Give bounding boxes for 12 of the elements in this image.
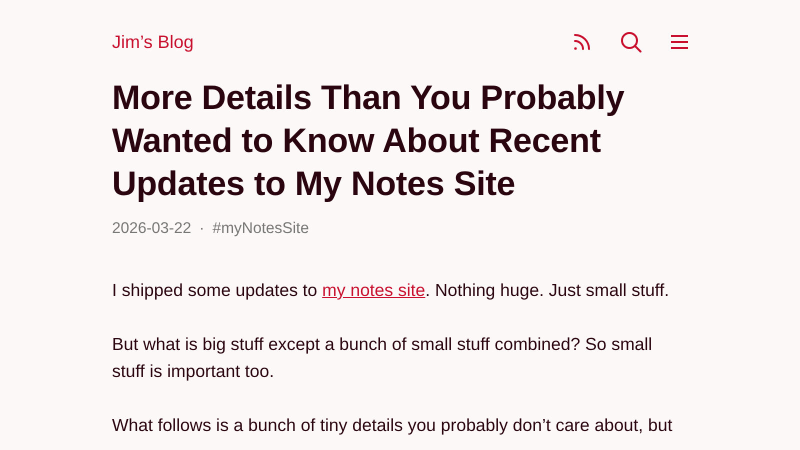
- paragraph: But what is big stuff except a bunch of small stuff combined? So small stuff is important too.: [112, 333, 654, 383]
- paragraph: I shipped some updates to my notes site. Nothing huge. Just small stuff.: [112, 279, 670, 302]
- paragraph: What follows is a bunch of tiny details you probably don’t care about, but: [112, 414, 674, 437]
- site-title-link[interactable]: Jim’s Blog: [112, 32, 194, 52]
- post-title: More Details Than You Probably Wanted to Know About Recent Updates to My Notes Site: [112, 78, 626, 205]
- separator-dot: ·: [199, 220, 204, 238]
- tag-link[interactable]: #myNotesSite: [212, 220, 309, 238]
- menu-icon[interactable]: [670, 34, 688, 50]
- post-date: 2026-03-22: [112, 220, 192, 238]
- rss-feed-icon[interactable]: [572, 32, 592, 52]
- notes-site-link[interactable]: my notes site: [322, 280, 426, 300]
- search-icon[interactable]: [620, 31, 642, 53]
